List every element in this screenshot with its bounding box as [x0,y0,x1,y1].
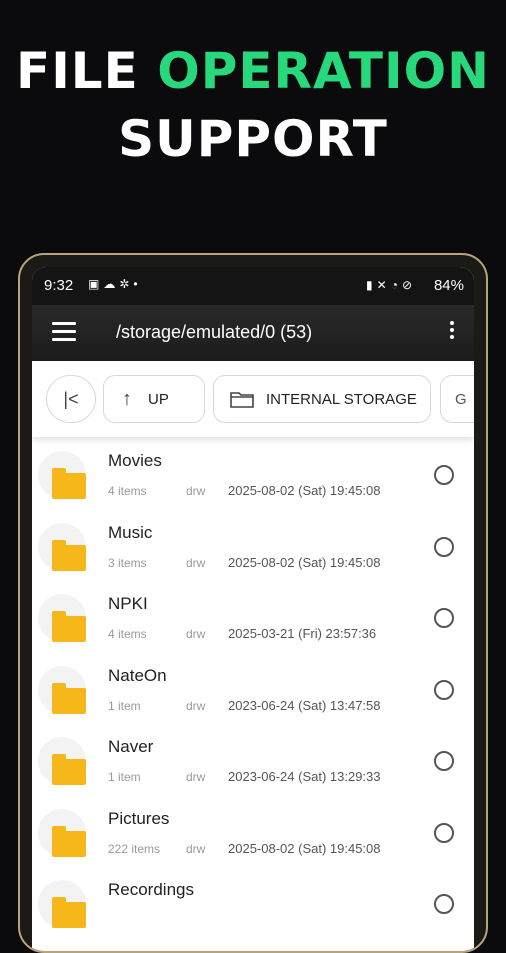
permissions: drw [186,698,206,713]
item-count: 222 items [108,841,161,856]
permissions: drw [186,555,206,570]
next-path-button[interactable]: G [440,375,474,423]
folder-icon [52,539,86,571]
status-time: 9:32 [44,277,74,294]
notification-check-icon: ▣ [88,277,104,291]
modified-date: 2025-08-02 (Sat) 19:45:08 [228,840,381,856]
current-path: /storage/emulated/0 (53) [116,322,313,342]
gear-icon: ✲ [119,277,134,291]
next-path-label: G [455,390,467,408]
up-button[interactable]: ↑ UP [103,375,205,423]
battery-level: 84% [433,277,464,294]
select-radio[interactable] [434,608,454,628]
phone-screen: 9:32 ▣☁✲• ▮✕◔⊘ 84% /storage/emulated/0 (… [32,267,474,951]
wifi-icon: ◔ [390,278,402,292]
file-name: NPKI [108,594,148,613]
folder-avatar [38,522,86,571]
internal-storage-button[interactable]: INTERNAL STORAGE [213,375,431,423]
folder-outline-icon [230,392,254,408]
permissions: drw [186,627,206,641]
dnd-icon: ⊘ [401,278,416,292]
modified-date: 2023-06-24 (Sat) 13:29:33 [228,769,381,784]
item-count: 4 items [108,627,147,641]
overflow-menu-icon[interactable] [450,321,456,342]
file-name: Naver [108,737,154,756]
dot-icon: • [133,277,142,291]
folder-icon [52,682,86,714]
select-radio[interactable] [434,822,454,843]
headline-line-1: FILE OPERATION [0,42,506,100]
up-label: UP [148,390,169,408]
modified-date: 2025-03-21 (Fri) 23:57:36 [228,626,377,641]
file-list: Movies 4 items drw 2025-08-02 (Sat) 19:4… [32,439,474,940]
mute-icon: ✕ [376,278,391,292]
list-item[interactable]: Pictures 222 items drw 2025-08-02 (Sat) … [32,797,474,869]
file-name: Recordings [108,880,194,899]
select-radio[interactable] [434,465,454,485]
list-item[interactable]: Movies 4 items drw 2025-08-02 (Sat) 19:4… [32,439,474,511]
file-name: Pictures [108,808,170,828]
battery-saver-icon: ▮ [366,278,377,292]
list-item[interactable]: NPKI 4 items drw 2025-03-21 (Fri) 23:57:… [32,582,474,654]
headline-line-2: SUPPORT [118,110,388,168]
cloud-icon: ☁ [103,277,120,291]
select-radio[interactable] [434,536,454,557]
headline-word-file: FILE [16,42,139,100]
go-first-icon: |< [63,388,79,409]
item-count: 1 item [108,698,141,713]
status-bar: 9:32 ▣☁✲• ▮✕◔⊘ 84% [32,267,474,305]
phone-frame: 9:32 ▣☁✲• ▮✕◔⊘ 84% /storage/emulated/0 (… [18,253,488,953]
modified-date: 2023-06-24 (Sat) 13:47:58 [228,697,381,713]
select-radio[interactable] [434,894,454,914]
file-name: Music [108,522,153,542]
list-item[interactable]: Recordings [32,868,474,940]
status-left-icons: ▣☁✲• [88,277,142,291]
menu-icon[interactable] [52,322,76,342]
internal-storage-label: INTERNAL STORAGE [266,390,417,408]
modified-date: 2025-08-02 (Sat) 19:45:08 [228,483,381,498]
permissions: drw [186,770,206,784]
folder-icon [52,611,86,642]
folder-avatar [38,451,86,499]
file-name: Movies [108,451,162,470]
folder-icon [52,825,86,857]
folder-avatar [38,737,86,785]
select-radio[interactable] [434,679,454,700]
list-item[interactable]: Music 3 items drw 2025-08-02 (Sat) 19:45… [32,511,474,583]
item-count: 4 items [108,484,147,498]
list-item[interactable]: Naver 1 item drw 2023-06-24 (Sat) 13:29:… [32,725,474,797]
arrow-up-icon: ↑ [122,387,132,410]
folder-icon [52,468,86,499]
folder-icon [52,897,86,928]
folder-icon [52,754,86,785]
folder-avatar [38,594,86,642]
folder-avatar [38,880,86,928]
headline-word-operation: OPERATION [157,42,490,100]
item-count: 3 items [108,555,147,570]
permissions: drw [186,841,206,856]
path-navigation: |< ↑ UP INTERNAL STORAGE G [32,361,474,437]
select-radio[interactable] [434,751,454,771]
item-count: 1 item [108,770,141,784]
list-item[interactable]: NateOn 1 item drw 2023-06-24 (Sat) 13:47… [32,654,474,726]
modified-date: 2025-08-02 (Sat) 19:45:08 [228,554,381,570]
file-name: NateOn [108,665,167,685]
status-right-icons: ▮✕◔⊘ [366,278,416,292]
folder-avatar [38,665,86,714]
folder-avatar [38,808,86,857]
permissions: drw [186,484,206,498]
app-bar: /storage/emulated/0 (53) [32,305,474,361]
go-first-button[interactable]: |< [46,375,96,423]
